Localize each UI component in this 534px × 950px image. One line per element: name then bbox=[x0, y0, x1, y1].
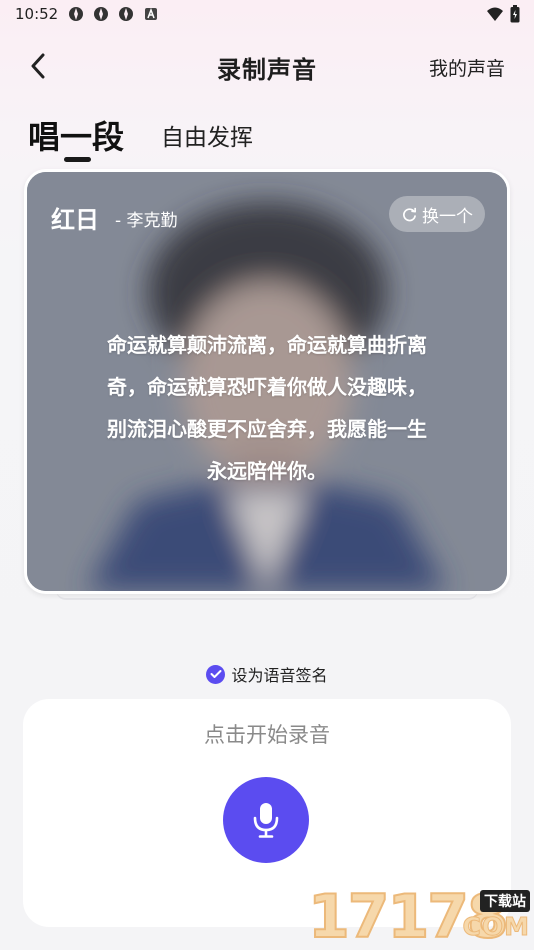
lyrics-line: 奇，命运就算恐吓着你做人没趣味， bbox=[107, 375, 427, 399]
swap-song-button[interactable]: 换一个 bbox=[389, 196, 485, 232]
refresh-icon bbox=[403, 207, 417, 221]
status-bar: 10:52 bbox=[0, 0, 534, 30]
app-notification-icon bbox=[119, 7, 133, 21]
voice-signature-label: 设为语音签名 bbox=[231, 666, 328, 685]
app-notification-icon bbox=[94, 7, 108, 21]
lyrics-line: 永远陪伴你。 bbox=[207, 459, 327, 483]
record-button[interactable] bbox=[223, 777, 309, 863]
song-card: 红日 - 李克勤 换一个 命运就算颠沛流离，命运就算曲折离 奇，命运就算恐吓着你… bbox=[24, 169, 510, 594]
voice-signature-checkbox[interactable]: 设为语音签名 bbox=[0, 662, 534, 686]
checkmark-icon bbox=[206, 664, 226, 684]
notification-icons bbox=[67, 5, 160, 23]
tab-freestyle[interactable]: 自由发挥 bbox=[161, 118, 253, 152]
site-watermark-logo: 17178 下载站 COM bbox=[307, 885, 532, 949]
record-hint: 点击开始录音 bbox=[204, 723, 330, 747]
microphone-icon bbox=[253, 803, 279, 838]
tab-active-indicator bbox=[64, 157, 91, 162]
swap-song-label: 换一个 bbox=[422, 206, 473, 227]
lyrics-line: 命运就算颠沛流离，命运就算曲折离 bbox=[107, 333, 427, 357]
system-status bbox=[486, 5, 520, 23]
lyrics: 命运就算颠沛流离，命运就算曲折离 奇，命运就算恐吓着你做人没趣味， 别流泪心酸更… bbox=[27, 324, 507, 492]
app-notification-icon bbox=[69, 7, 83, 21]
lyrics-line: 别流泪心酸更不应舍弃，我愿能一生 bbox=[107, 417, 427, 441]
watermark-tag: 下载站 bbox=[480, 890, 530, 912]
song-title: 红日 bbox=[51, 206, 99, 234]
keyboard-notification-icon bbox=[145, 7, 157, 20]
battery-icon bbox=[510, 5, 520, 23]
song-artist: - 李克勤 bbox=[115, 211, 178, 231]
wifi-icon bbox=[487, 7, 503, 21]
watermark-com: COM bbox=[462, 912, 530, 942]
my-voice-link[interactable]: 我的声音 bbox=[429, 54, 505, 81]
status-time: 10:52 bbox=[15, 5, 59, 23]
tab-sing[interactable]: 唱一段 bbox=[28, 112, 124, 158]
